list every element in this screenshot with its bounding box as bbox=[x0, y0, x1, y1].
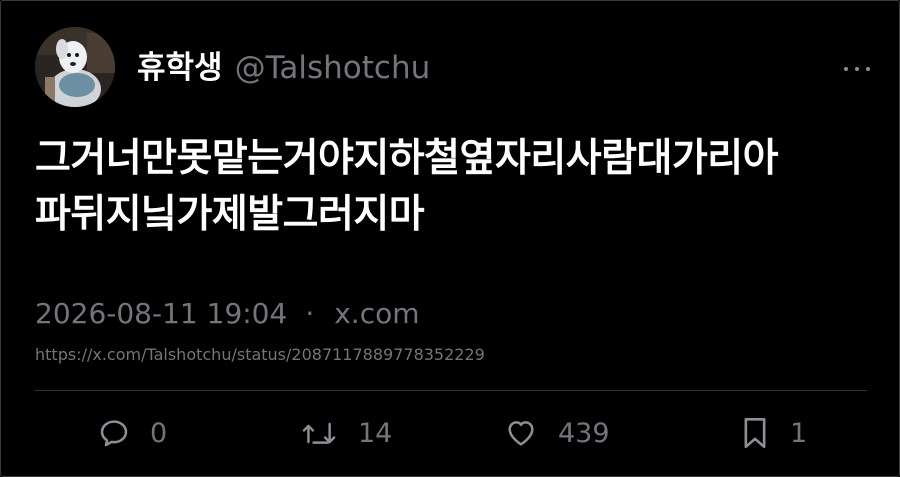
more-options-button[interactable] bbox=[844, 59, 870, 79]
reply-button[interactable]: 0 bbox=[98, 415, 167, 451]
reply-count: 0 bbox=[150, 417, 168, 449]
like-button[interactable]: 439 bbox=[504, 415, 610, 451]
avatar-image bbox=[35, 27, 115, 107]
divider bbox=[35, 390, 867, 391]
author-name-row: 휴학생 @Talshotchu bbox=[137, 42, 430, 87]
avatar[interactable] bbox=[35, 27, 115, 107]
heart-icon bbox=[508, 421, 534, 446]
tweet-text: 그거너만못맡는거야지하철옆자리사람대가리아 파뒤지닠가제발그러지마 bbox=[35, 131, 875, 243]
more-horizontal-icon bbox=[844, 67, 848, 71]
action-bar: 0 14 439 1 bbox=[1, 415, 900, 451]
like-count: 439 bbox=[558, 417, 610, 449]
status-url-link[interactable]: https://x.com/Talshotchu/status/20871178… bbox=[35, 345, 485, 364]
tweet-header: 휴학생 @Talshotchu bbox=[35, 27, 430, 107]
tweet-text-line: 파뒤지닠가제발그러지마 bbox=[35, 192, 425, 237]
tweet-card: 휴학생 @Talshotchu 그거너만못맡는거야지하철옆자리사람대가리아 파뒤… bbox=[0, 0, 900, 477]
tweet-timestamp[interactable]: 2026-08-11 19:04 bbox=[35, 297, 287, 330]
source-link[interactable]: x.com bbox=[334, 297, 419, 330]
tweet-text-line: 그거너만못맡는거야지하철옆자리사람대가리아 bbox=[35, 136, 778, 181]
bookmark-button[interactable]: 1 bbox=[740, 415, 807, 451]
tweet-meta: 2026-08-11 19:04 · x.com bbox=[35, 297, 420, 330]
meta-separator: · bbox=[305, 297, 315, 330]
retweet-icon bbox=[302, 422, 336, 444]
author-handle[interactable]: @Talshotchu bbox=[235, 50, 431, 86]
author-display-name[interactable]: 휴학생 bbox=[137, 42, 223, 87]
retweet-button[interactable]: 14 bbox=[302, 415, 392, 451]
more-horizontal-icon-dot bbox=[855, 67, 859, 71]
retweet-count: 14 bbox=[358, 417, 393, 449]
bookmark-count: 1 bbox=[790, 417, 808, 449]
bookmark-icon bbox=[744, 417, 766, 449]
reply-icon bbox=[100, 420, 128, 447]
more-horizontal-icon-dot bbox=[866, 67, 870, 71]
